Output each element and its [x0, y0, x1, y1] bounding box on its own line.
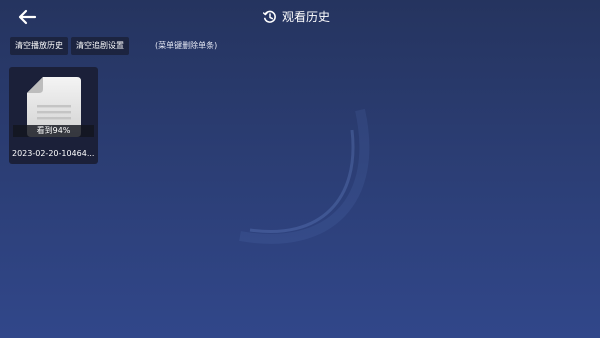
history-icon: [262, 10, 277, 25]
history-item-title: 2023-02-20-10464...: [12, 149, 95, 158]
history-item-card[interactable]: 看到94% 2023-02-20-10464...: [9, 67, 98, 164]
page-title: 观看历史: [282, 10, 331, 24]
clear-follow-settings-button[interactable]: 清空追剧设置: [71, 37, 129, 55]
page-header: 观看历史: [262, 8, 330, 26]
watch-progress-badge: 看到94%: [13, 125, 94, 137]
arrow-left-icon: [18, 9, 37, 25]
clear-history-button[interactable]: 清空播放历史: [10, 37, 68, 55]
delete-hint: (菜单键删除单条): [155, 41, 218, 50]
back-button[interactable]: [14, 6, 40, 28]
